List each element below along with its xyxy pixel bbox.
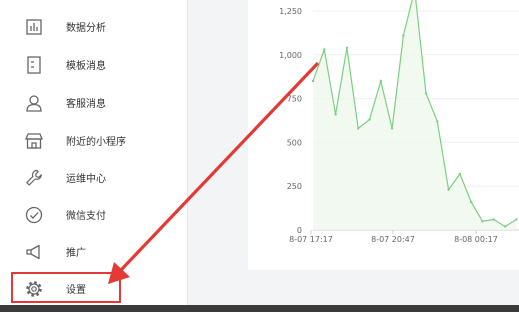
screen: 数据分析 模板消息 客服消息 附近的小程序 运维中心 微信支付 推广 设置 0 … (0, 0, 519, 312)
annotation-arrow (108, 61, 320, 284)
